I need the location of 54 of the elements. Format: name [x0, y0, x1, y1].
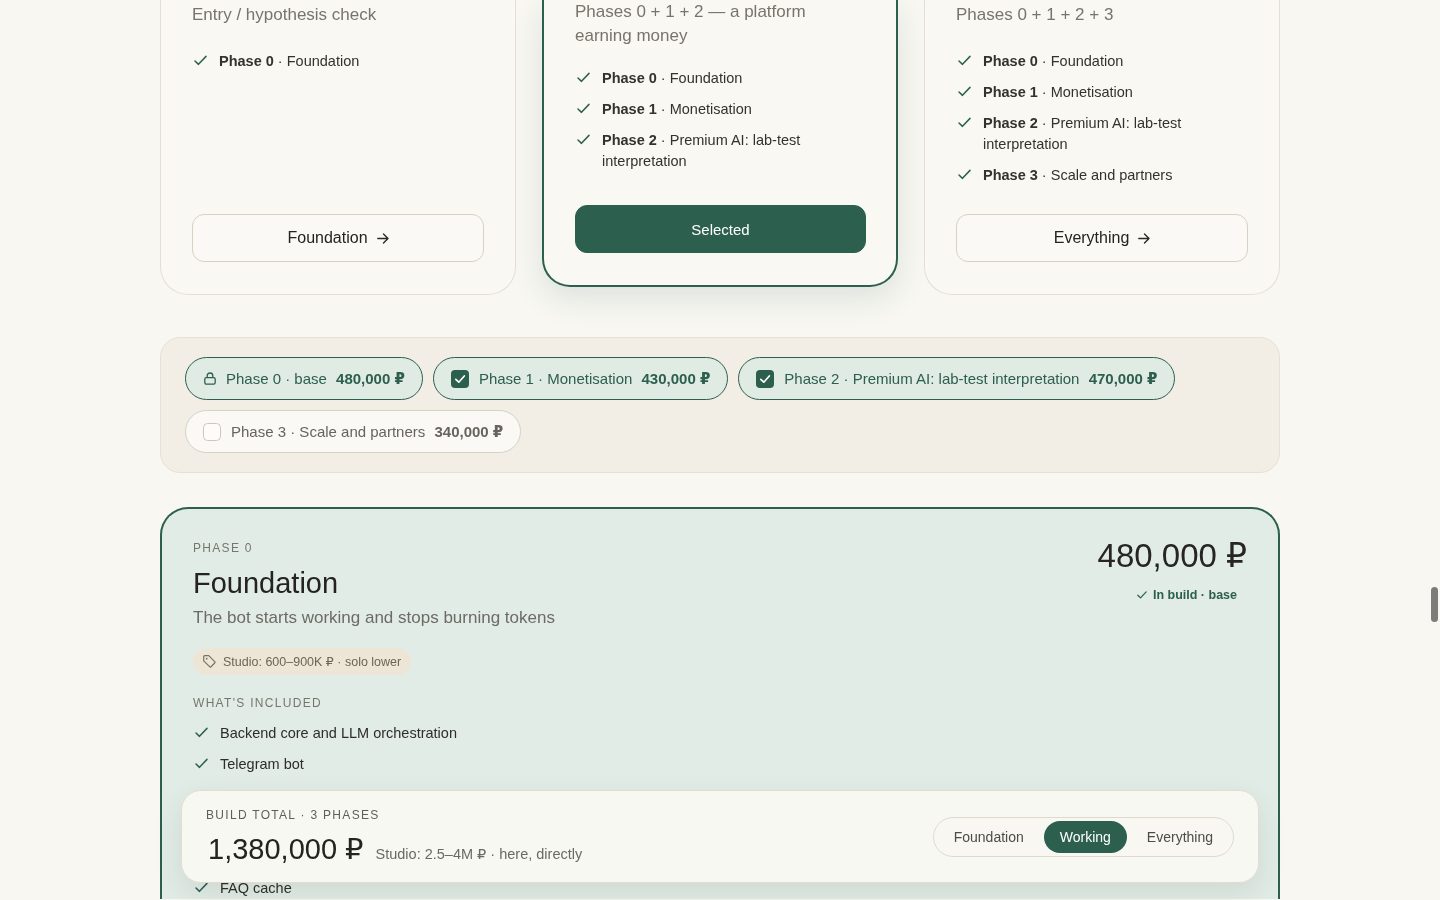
check-icon	[195, 758, 208, 769]
lock-icon	[204, 372, 216, 385]
plan-button[interactable]: Everything	[956, 214, 1248, 262]
total-amount: 1,380,000 ₽	[208, 832, 364, 866]
phase-title: Foundation	[193, 566, 340, 600]
check-icon	[195, 882, 208, 893]
phase-toggle[interactable]: Phase 1 · Monetisation 430,000 ₽	[432, 357, 729, 400]
phase-toggle[interactable]: Phase 0 · base 480,000 ₽	[185, 357, 423, 400]
arrow-right-icon	[1138, 232, 1151, 244]
arrow-right-icon	[376, 232, 389, 244]
plan-button[interactable]: Foundation	[192, 214, 484, 262]
check-icon	[958, 117, 971, 128]
checkbox-icon	[203, 422, 221, 441]
phase-item: Phase 2 · Premium AI: lab-test interpretation	[602, 131, 802, 171]
check-icon	[958, 86, 971, 97]
plan-subtitle: Phases 0 + 1 + 2 + 3	[956, 4, 1115, 26]
check-icon	[958, 55, 971, 66]
price-tag-text: Studio: 600–900K ₽ · solo lower	[223, 654, 402, 669]
segment-button[interactable]: Working	[1043, 820, 1127, 853]
phase-toggle[interactable]: Phase 3 · Scale and partners 340,000 ₽	[185, 410, 522, 453]
phase-item: Phase 2 · Premium AI: lab-test interpretation	[983, 114, 1183, 154]
plan-subtitle: Phases 0 + 1 + 2 — a platform earning money	[575, 1, 807, 47]
build-status: In build · base	[1152, 588, 1237, 602]
phase-item: Phase 0 · Foundation	[219, 52, 360, 71]
included-heading: WHAT'S INCLUDED	[193, 695, 323, 711]
phase-item: Phase 3 · Scale and partners	[983, 166, 1173, 185]
phase-eyebrow: PHASE 0	[193, 540, 254, 556]
segment-button[interactable]: Everything	[1130, 820, 1229, 853]
scrollbar-thumb[interactable]	[1431, 587, 1438, 622]
included-item: Backend core and LLM orchestration	[220, 724, 457, 743]
total-label: BUILD TOTAL · 3 PHASES	[206, 807, 381, 823]
phase-item: Phase 0 · Foundation	[602, 69, 743, 88]
check-icon	[1136, 591, 1147, 599]
check-icon	[577, 134, 590, 145]
phase-description: The bot starts working and stops burning tokens	[193, 607, 555, 629]
check-icon	[194, 55, 207, 66]
included-item: Telegram bot	[220, 755, 304, 774]
phase-toggle[interactable]: Phase 2 · Premium AI: lab-test interpretation 470,000 ₽	[738, 357, 1176, 400]
segment-button[interactable]: Foundation	[937, 820, 1040, 853]
checkbox-icon	[450, 369, 469, 388]
phase-item: Phase 1 · Monetisation	[602, 100, 752, 119]
check-icon	[577, 103, 590, 114]
check-icon	[195, 727, 208, 738]
phase-price: 480,000 ₽	[1097, 536, 1247, 576]
phase-item: Phase 1 · Monetisation	[983, 83, 1133, 102]
plan-button[interactable]: Selected	[575, 205, 866, 253]
check-icon	[577, 72, 590, 83]
plan-subtitle: Entry / hypothesis check	[192, 4, 378, 26]
included-item: FAQ cache	[220, 879, 292, 898]
check-icon	[958, 169, 971, 180]
tag-icon	[203, 655, 216, 668]
studio-note: Studio: 2.5–4M ₽ · here, directly	[375, 846, 583, 862]
checkbox-icon	[756, 369, 775, 388]
phase-item: Phase 0 · Foundation	[983, 52, 1124, 71]
